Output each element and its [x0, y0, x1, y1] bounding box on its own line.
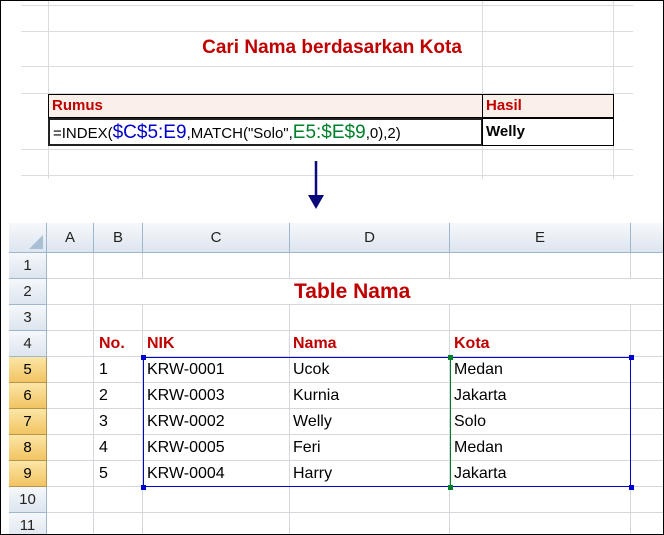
grid-cell[interactable]: [143, 513, 290, 534]
grid-cell[interactable]: [450, 305, 631, 331]
range-highlight-blue: [143, 357, 631, 487]
grid-cell[interactable]: [47, 435, 94, 461]
row-header-2[interactable]: 2: [9, 279, 47, 305]
grid-cell[interactable]: [94, 305, 143, 331]
row-header-5[interactable]: 5: [9, 357, 47, 383]
row-header-4[interactable]: 4: [9, 331, 47, 357]
range-handle-green[interactable]: [448, 485, 453, 490]
table-cell: 4: [99, 439, 108, 456]
row-header-8[interactable]: 8: [9, 435, 47, 461]
select-all-corner[interactable]: [9, 223, 47, 253]
grid-cell[interactable]: [47, 513, 94, 534]
rumus-header: Rumus: [48, 94, 483, 118]
grid-cell[interactable]: [47, 331, 94, 357]
result-cell[interactable]: Welly: [482, 118, 614, 146]
grid-cell[interactable]: [631, 383, 663, 409]
grid-cell[interactable]: [143, 487, 290, 513]
grid-cell[interactable]: [290, 305, 450, 331]
grid-cell[interactable]: [631, 253, 663, 279]
table-header-1: NIK: [147, 335, 175, 352]
row-header-9[interactable]: 9: [9, 461, 47, 487]
grid-cell[interactable]: [47, 487, 94, 513]
grid-cell[interactable]: [290, 513, 450, 534]
grid-cell[interactable]: [47, 279, 94, 305]
column-header-b[interactable]: B: [94, 223, 143, 253]
grid-cell[interactable]: [94, 253, 143, 279]
row-header-10[interactable]: 10: [9, 487, 47, 513]
arrow-down-icon: [308, 161, 324, 209]
grid-cell[interactable]: [47, 305, 94, 331]
column-header-e[interactable]: E: [450, 223, 631, 253]
grid-cell[interactable]: [143, 279, 290, 305]
table-cell: 3: [99, 413, 108, 430]
grid-cell[interactable]: [47, 383, 94, 409]
grid-cell[interactable]: [94, 513, 143, 534]
row-header-11[interactable]: 11: [9, 513, 47, 534]
range-handle[interactable]: [141, 355, 146, 360]
column-header-d[interactable]: D: [290, 223, 450, 253]
formula-panel: Cari Nama berdasarkan Kota Rumus Hasil =…: [1, 1, 663, 179]
table-header-2: Nama: [293, 335, 337, 352]
grid-cell[interactable]: [94, 279, 143, 305]
grid-cell[interactable]: [143, 253, 290, 279]
table-header-0: No.: [99, 335, 125, 352]
grid-cell[interactable]: [631, 435, 663, 461]
grid-cell[interactable]: [290, 253, 450, 279]
column-header-overflow: [631, 223, 663, 253]
hasil-header: Hasil: [482, 94, 614, 118]
grid-cell[interactable]: [47, 461, 94, 487]
grid-cell[interactable]: [631, 279, 663, 305]
table-cell: 5: [99, 465, 108, 482]
table-header-3: Kota: [454, 335, 490, 352]
table-title: Table Nama: [294, 280, 411, 303]
grid-cell[interactable]: [631, 331, 663, 357]
screenshot-frame: Cari Nama berdasarkan Kota Rumus Hasil =…: [0, 0, 664, 535]
grid-cell[interactable]: [47, 357, 94, 383]
range-highlight-green: [450, 357, 452, 487]
grid-cell[interactable]: [47, 253, 94, 279]
grid-cell[interactable]: [450, 513, 631, 534]
row-header-3[interactable]: 3: [9, 305, 47, 331]
row-header-7[interactable]: 7: [9, 409, 47, 435]
column-header-c[interactable]: C: [143, 223, 290, 253]
grid-cell[interactable]: [450, 279, 631, 305]
spreadsheet: ABCDE 1 2 3 4 5 6 7 8 9 10 11 Table Nama No. NIK Nama…: [9, 223, 663, 534]
grid-cell[interactable]: [47, 409, 94, 435]
grid-cell[interactable]: [631, 461, 663, 487]
grid-cell[interactable]: [143, 305, 290, 331]
grid-cell[interactable]: [631, 357, 663, 383]
row-header-6[interactable]: 6: [9, 383, 47, 409]
range-handle[interactable]: [629, 355, 634, 360]
grid-cell[interactable]: [631, 513, 663, 534]
grid-cell[interactable]: [631, 487, 663, 513]
formula-cell[interactable]: =INDEX($C$5:E9,MATCH("Solo",E5:$E$9,0),2…: [48, 118, 483, 146]
range-handle[interactable]: [141, 485, 146, 490]
grid-cell[interactable]: [290, 487, 450, 513]
column-header-a[interactable]: A: [47, 223, 94, 253]
row-header-1[interactable]: 1: [9, 253, 47, 279]
grid-cell[interactable]: [450, 253, 631, 279]
grid-cell[interactable]: [94, 487, 143, 513]
grid-cell[interactable]: [631, 305, 663, 331]
range-handle[interactable]: [629, 485, 634, 490]
page-title: Cari Nama berdasarkan Kota: [202, 37, 462, 58]
grid-cell[interactable]: [450, 487, 631, 513]
grid-cell[interactable]: [631, 409, 663, 435]
table-cell: 2: [99, 387, 108, 404]
table-cell: 1: [99, 361, 108, 378]
range-handle-green[interactable]: [448, 355, 453, 360]
